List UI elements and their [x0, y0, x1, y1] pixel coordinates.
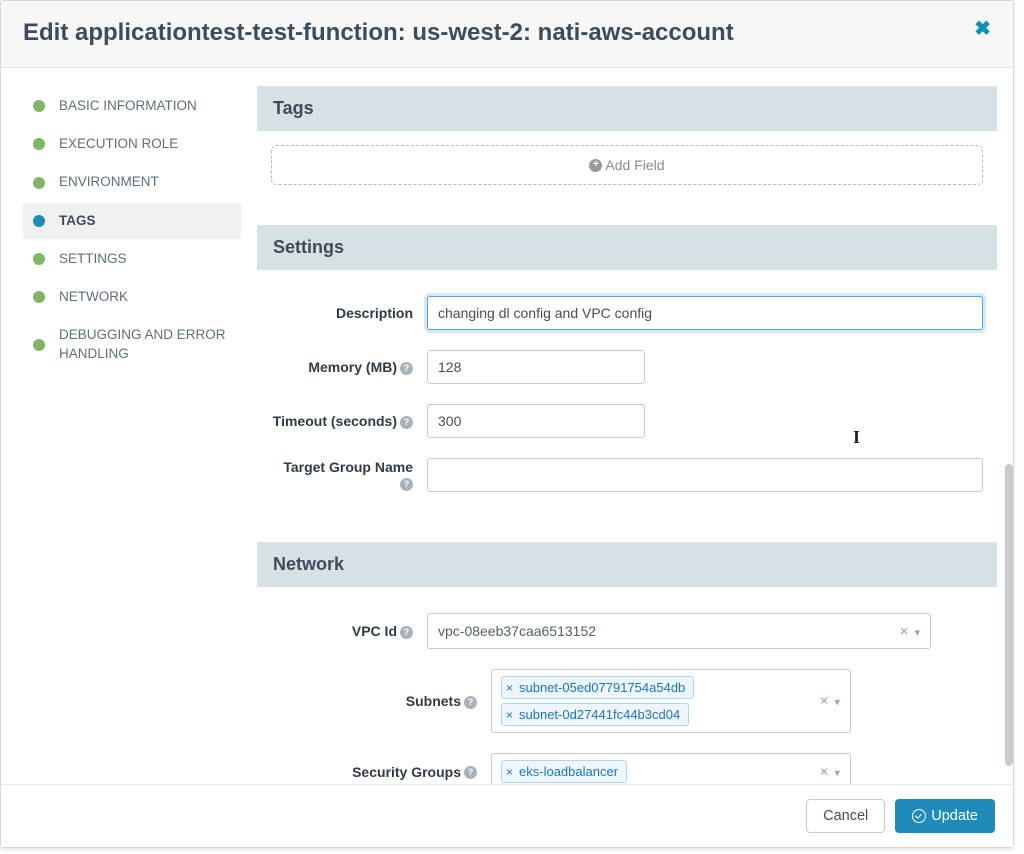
subnets-select[interactable]: ×subnet-05ed07791754a54db ×subnet-0d2744…	[491, 669, 851, 733]
row-target-group: Target Group Name?	[257, 448, 997, 502]
label-description: Description	[271, 305, 427, 321]
timeout-input[interactable]	[427, 404, 645, 438]
modal-header: Edit applicationtest-test-function: us-w…	[1, 1, 1013, 68]
label-memory: Memory (MB)?	[271, 359, 427, 375]
clear-icon[interactable]: ×	[820, 693, 829, 710]
add-field-label: Add Field	[605, 157, 664, 173]
content-area: Tags + Add Field Settings Description Me…	[253, 68, 1013, 784]
sidebar-item-label: BASIC INFORMATION	[59, 97, 197, 115]
section-body-settings: Description Memory (MB)? Timeout (second…	[257, 270, 997, 542]
target-group-input[interactable]	[427, 458, 983, 492]
sidebar-item-debugging[interactable]: DEBUGGING AND ERROR HANDLING	[23, 317, 241, 371]
row-description: Description	[257, 286, 997, 340]
cancel-button[interactable]: Cancel	[806, 799, 885, 833]
plus-icon: +	[589, 159, 602, 172]
close-icon[interactable]: ✖	[974, 19, 991, 39]
label-vpc: VPC Id?	[271, 623, 427, 639]
chevron-down-icon[interactable]: ▾	[834, 696, 840, 709]
row-memory: Memory (MB)?	[257, 340, 997, 394]
label-target-group: Target Group Name?	[271, 459, 427, 491]
security-groups-select[interactable]: ×eks-loadbalancer × ▾	[491, 753, 851, 784]
sidebar-item-label: NETWORK	[59, 288, 128, 306]
chevron-down-icon[interactable]: ▾	[914, 626, 920, 639]
section-header-settings: Settings	[257, 225, 997, 270]
sidebar-item-label: ENVIRONMENT	[59, 173, 159, 191]
remove-tag-icon[interactable]: ×	[506, 766, 513, 778]
scrollbar-thumb[interactable]	[1005, 464, 1013, 766]
status-dot-icon	[33, 177, 45, 189]
vpc-select[interactable]: vpc-08eeb37caa6513152 × ▾	[427, 613, 931, 649]
sidebar-item-label: DEBUGGING AND ERROR HANDLING	[59, 326, 231, 362]
label-security-groups: Security Groups?	[271, 764, 491, 780]
status-dot-icon	[33, 291, 45, 303]
sidebar-item-execution-role[interactable]: EXECUTION ROLE	[23, 126, 241, 162]
sidebar-item-label: SETTINGS	[59, 250, 127, 268]
sidebar-nav: BASIC INFORMATION EXECUTION ROLE ENVIRON…	[1, 68, 253, 784]
edit-function-modal: Edit applicationtest-test-function: us-w…	[0, 0, 1014, 848]
remove-tag-icon[interactable]: ×	[506, 682, 513, 694]
row-vpc: VPC Id? vpc-08eeb37caa6513152 × ▾	[257, 603, 997, 659]
memory-input[interactable]	[427, 350, 645, 384]
status-dot-icon	[33, 253, 45, 265]
modal-body: BASIC INFORMATION EXECUTION ROLE ENVIRON…	[1, 68, 1013, 784]
modal-title: Edit applicationtest-test-function: us-w…	[23, 19, 734, 47]
status-dot-icon	[33, 339, 45, 351]
clear-icon[interactable]: ×	[820, 763, 829, 780]
sidebar-item-settings[interactable]: SETTINGS	[23, 241, 241, 277]
sidebar-item-basic-information[interactable]: BASIC INFORMATION	[23, 88, 241, 124]
section-header-network: Network	[257, 542, 997, 587]
vpc-value: vpc-08eeb37caa6513152	[436, 619, 900, 643]
help-icon[interactable]: ?	[464, 766, 477, 779]
subnet-tag: ×subnet-0d27441fc44b3cd04	[501, 703, 689, 726]
label-timeout: Timeout (seconds)?	[271, 413, 427, 429]
status-dot-icon	[33, 100, 45, 112]
sidebar-item-environment[interactable]: ENVIRONMENT	[23, 164, 241, 200]
row-timeout: Timeout (seconds)?	[257, 394, 997, 448]
add-field-button[interactable]: + Add Field	[271, 145, 983, 185]
section-header-tags: Tags	[257, 86, 997, 131]
help-icon[interactable]: ?	[400, 626, 413, 639]
remove-tag-icon[interactable]: ×	[506, 709, 513, 721]
security-group-tag: ×eks-loadbalancer	[501, 760, 627, 783]
status-dot-icon	[33, 215, 45, 227]
update-button[interactable]: Update	[895, 799, 995, 833]
check-circle-icon	[912, 809, 926, 823]
modal-footer: Cancel Update	[1, 784, 1013, 847]
row-security-groups: Security Groups? ×eks-loadbalancer × ▾	[257, 743, 997, 784]
sidebar-item-label: TAGS	[59, 212, 96, 230]
row-subnets: Subnets? ×subnet-05ed07791754a54db ×subn…	[257, 659, 997, 743]
description-input[interactable]	[427, 296, 983, 330]
clear-icon[interactable]: ×	[900, 623, 909, 640]
help-icon[interactable]: ?	[400, 478, 413, 491]
status-dot-icon	[33, 138, 45, 150]
sidebar-item-label: EXECUTION ROLE	[59, 135, 178, 153]
help-icon[interactable]: ?	[400, 362, 413, 375]
chevron-down-icon[interactable]: ▾	[834, 766, 840, 779]
section-body-tags: + Add Field	[257, 145, 997, 225]
help-icon[interactable]: ?	[464, 696, 477, 709]
section-body-network: VPC Id? vpc-08eeb37caa6513152 × ▾ Subnet…	[257, 587, 997, 784]
subnet-tag: ×subnet-05ed07791754a54db	[501, 676, 694, 699]
help-icon[interactable]: ?	[400, 416, 413, 429]
sidebar-item-network[interactable]: NETWORK	[23, 279, 241, 315]
label-subnets: Subnets?	[271, 693, 491, 709]
sidebar-item-tags[interactable]: TAGS	[23, 203, 241, 239]
